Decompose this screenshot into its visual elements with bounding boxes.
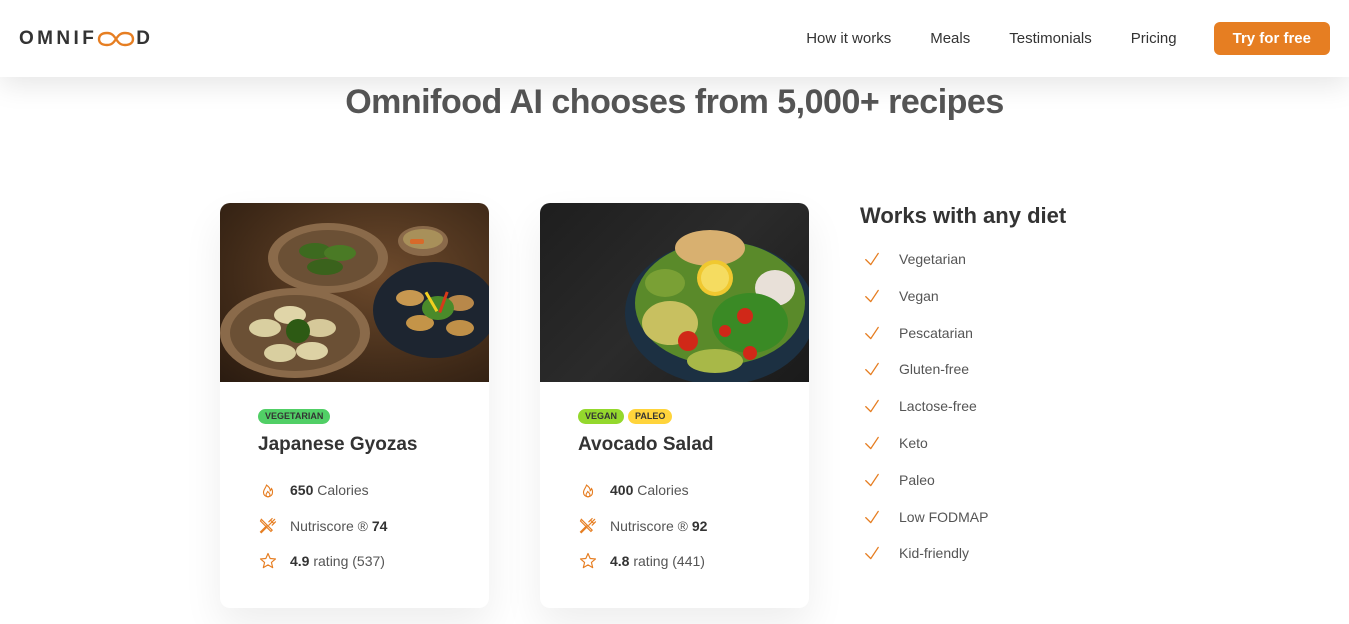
diet-label: Low FODMAP	[899, 508, 989, 525]
meal-card-body: Vegan Paleo Avocado Salad 400 Calories N…	[540, 382, 809, 571]
fork-knife-icon	[578, 516, 598, 536]
diet-list-item: Vegan	[860, 286, 1066, 306]
infinity-logo-icon	[98, 31, 135, 46]
meal-rating: 4.8 rating (441)	[578, 551, 771, 571]
checkmark-icon	[865, 510, 879, 523]
diets-panel: Works with any diet Vegetarian Vegan Pesca…	[860, 203, 1066, 580]
diet-label: Kid-friendly	[899, 545, 970, 562]
diet-list-item: Lactose-free	[860, 396, 1066, 416]
diet-label: Vegetarian	[899, 251, 966, 267]
checkmark-icon	[865, 252, 879, 266]
rating-value: 4.8	[610, 553, 630, 569]
nav-pricing[interactable]: Pricing	[1131, 30, 1177, 47]
diet-label: Lactose-free	[899, 398, 977, 415]
try-for-free-button[interactable]: Try for free	[1213, 22, 1330, 55]
nutriscore-value: 74	[371, 517, 388, 534]
meal-tags: Vegetarian	[258, 409, 451, 424]
diet-list-item: Kid-friendly	[860, 543, 1066, 563]
section-heading: Omnifood AI chooses from 5,000+ recipes	[345, 83, 1004, 121]
omnifood-logo[interactable]: OMNIF D	[19, 28, 153, 50]
meal-title: Japanese Gyozas	[258, 434, 418, 455]
checkmark-icon	[865, 326, 879, 339]
checkmark-icon	[865, 399, 879, 413]
diets-title: Works with any diet	[860, 203, 1067, 228]
diet-label: Vegan	[899, 287, 939, 304]
meal-nutriscore: Nutriscore ® 92	[578, 516, 771, 536]
diet-list-item: Vegetarian	[860, 249, 1066, 269]
diet-list-item: Keto	[860, 433, 1066, 453]
calories-value: 650	[290, 482, 314, 498]
star-icon	[578, 551, 598, 571]
checkmark-icon	[865, 547, 879, 560]
meal-image-gyozas	[220, 203, 489, 382]
site-header: OMNIF D How it works Meals Testimonials …	[0, 0, 1349, 77]
diet-list-item: Low FODMAP	[860, 507, 1066, 527]
diet-list: Vegetarian Vegan Pescatarian Gluten-free Lac…	[860, 249, 1066, 563]
meal-tags: Vegan Paleo	[578, 409, 771, 424]
diet-list-item: Paleo	[860, 470, 1066, 490]
checkmark-icon	[865, 363, 879, 376]
nav-testimonials[interactable]: Testimonials	[1009, 30, 1092, 47]
fork-knife-icon	[258, 516, 278, 536]
diet-label: Pescatarian	[899, 324, 973, 341]
nutriscore-value: 92	[691, 517, 708, 534]
meal-calories: 400 Calories	[578, 480, 771, 500]
main-nav: How it works Meals Testimonials Pricing …	[806, 22, 1330, 55]
tag-vegetarian: Vegetarian	[258, 409, 331, 424]
tag-vegan: Vegan	[578, 409, 625, 424]
diet-label: Paleo	[899, 471, 935, 488]
calories-value: 400	[610, 482, 634, 498]
nav-meals[interactable]: Meals	[930, 30, 970, 47]
meal-rating: 4.9 rating (537)	[258, 551, 451, 571]
rating-value: 4.9	[290, 553, 310, 569]
meal-card-body: Vegetarian Japanese Gyozas 650 Calories …	[220, 382, 489, 571]
flame-icon	[578, 480, 598, 500]
meal-card[interactable]: Vegan Paleo Avocado Salad 400 Calories N…	[540, 203, 809, 608]
checkmark-icon	[865, 473, 879, 487]
meal-image-avocado-salad	[540, 203, 809, 382]
meal-calories: 650 Calories	[258, 480, 451, 500]
meal-title: Avocado Salad	[578, 434, 714, 455]
flame-icon	[258, 480, 278, 500]
diet-list-item: Pescatarian	[860, 323, 1066, 343]
star-icon	[258, 551, 278, 571]
checkmark-icon	[865, 289, 879, 303]
diet-label: Keto	[899, 434, 928, 451]
diet-label: Gluten-free	[899, 361, 970, 378]
tag-paleo: Paleo	[628, 409, 673, 424]
meal-nutriscore: Nutriscore ® 74	[258, 516, 451, 536]
meal-card[interactable]: Vegetarian Japanese Gyozas 650 Calories …	[220, 203, 489, 608]
diet-list-item: Gluten-free	[860, 359, 1066, 379]
nav-how-it-works[interactable]: How it works	[806, 30, 891, 47]
checkmark-icon	[865, 436, 879, 450]
